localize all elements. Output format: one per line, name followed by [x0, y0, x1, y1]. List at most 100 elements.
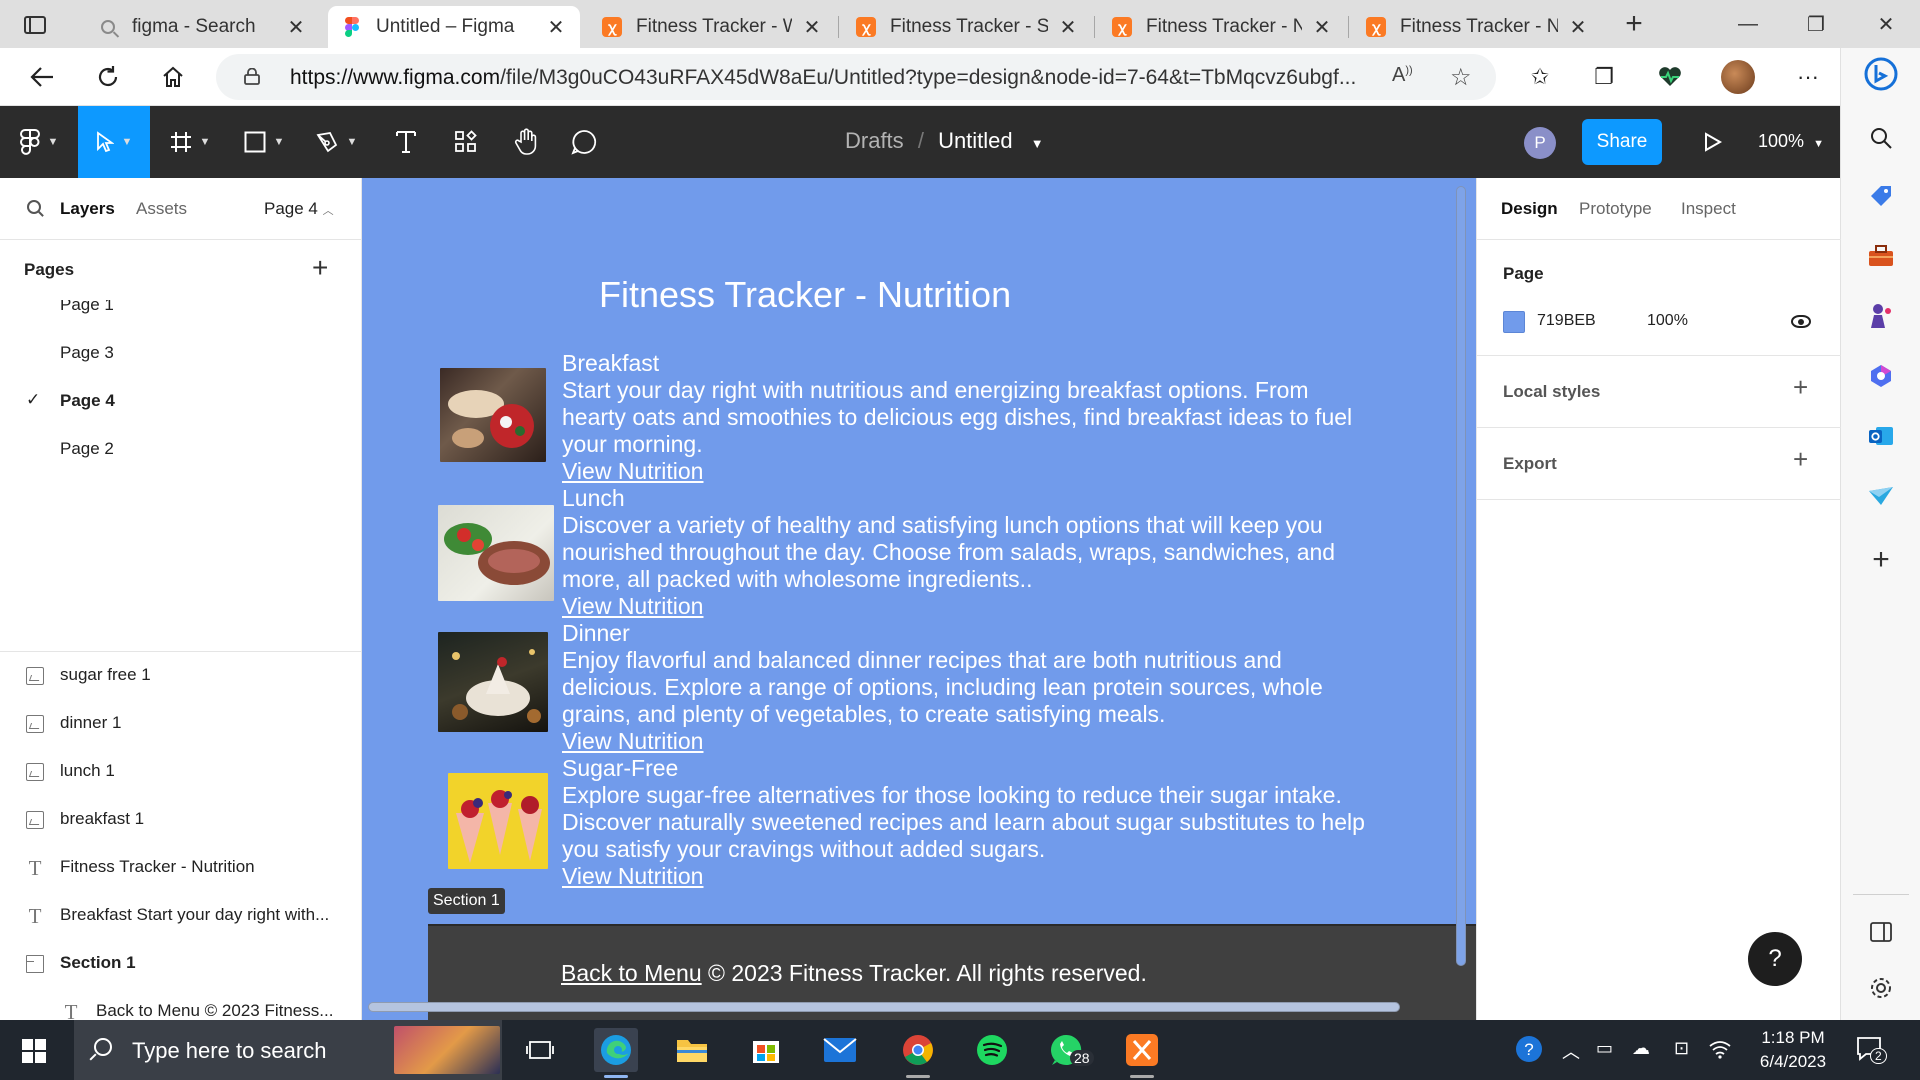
add-sidebar-app-icon[interactable]: +	[1861, 540, 1901, 580]
xampp-taskbar-icon[interactable]	[1120, 1028, 1164, 1078]
page-title[interactable]: Fitness Tracker - Nutrition	[599, 274, 1011, 316]
page-color-swatch[interactable]	[1503, 311, 1525, 333]
tab-actions-icon[interactable]	[18, 12, 52, 38]
sugar-free-image[interactable]	[448, 773, 548, 869]
eye-icon[interactable]	[1791, 315, 1811, 328]
onedrive-icon[interactable]: ☁	[1632, 1038, 1650, 1059]
bing-chat-icon[interactable]	[1861, 54, 1901, 94]
microsoft-store-icon[interactable]	[744, 1028, 788, 1072]
back-icon[interactable]	[22, 59, 62, 95]
close-icon[interactable]: ✕	[1568, 15, 1588, 40]
minimize-button[interactable]: —	[1714, 0, 1782, 48]
wifi-icon[interactable]	[1708, 1038, 1732, 1065]
battery-icon[interactable]: ▭	[1596, 1038, 1613, 1059]
hide-sidebar-icon[interactable]	[1861, 912, 1901, 952]
comment-tool-icon[interactable]	[556, 106, 612, 178]
tab-figma-search[interactable]: figma - Search ✕	[84, 6, 320, 48]
task-view-icon[interactable]	[518, 1028, 562, 1072]
close-icon[interactable]: ✕	[1312, 15, 1332, 40]
present-play-icon[interactable]	[1696, 126, 1728, 158]
tab-layers[interactable]: Layers	[60, 199, 115, 219]
view-nutrition-link[interactable]: View Nutrition	[562, 458, 703, 485]
page-item[interactable]: Page 2	[0, 426, 361, 474]
chevron-up-icon[interactable]: ︿	[1562, 1038, 1580, 1064]
shape-tool-button[interactable]: ▼	[232, 106, 296, 178]
home-icon[interactable]	[153, 59, 193, 95]
windows-start-icon[interactable]	[22, 1039, 46, 1063]
zoom-menu[interactable]: 100% ▼	[1758, 131, 1824, 152]
drop-icon[interactable]	[1861, 476, 1901, 516]
hand-tool-icon[interactable]	[498, 106, 554, 178]
refresh-icon[interactable]	[88, 59, 128, 95]
page-item[interactable]: Page 1	[0, 300, 361, 330]
read-aloud-icon[interactable]: A))	[1392, 64, 1413, 87]
search-icon[interactable]	[27, 200, 41, 214]
layer-row[interactable]: T Breakfast Start your day right with...	[0, 892, 361, 940]
close-icon[interactable]: ✕	[802, 15, 822, 40]
profile-avatar[interactable]	[1720, 60, 1756, 94]
layer-row[interactable]: T Fitness Tracker - Nutrition	[0, 844, 361, 892]
view-nutrition-link[interactable]: View Nutrition	[562, 863, 703, 890]
resources-icon[interactable]	[438, 106, 494, 178]
add-page-button[interactable]: +	[312, 252, 328, 284]
pen-tool-button[interactable]: ▼	[304, 106, 368, 178]
layer-row[interactable]: breakfast 1	[0, 796, 361, 844]
add-favorite-icon[interactable]: ☆	[1450, 63, 1472, 92]
chrome-icon[interactable]	[896, 1028, 940, 1078]
file-name[interactable]: Untitled	[938, 128, 1013, 153]
url-text[interactable]: https://www.figma.com/file/M3g0uCO43uRFA…	[290, 66, 1400, 90]
tab-fitness-tracker-3[interactable]: ꭓ Fitness Tracker - Nu ✕	[1098, 6, 1346, 48]
layer-row[interactable]: Section 1	[0, 940, 361, 988]
breadcrumb-drafts[interactable]: Drafts	[845, 128, 904, 153]
chevron-down-icon[interactable]: ▼	[1031, 136, 1044, 151]
more-options-icon[interactable]: ···	[1790, 61, 1826, 93]
view-nutrition-link[interactable]: View Nutrition	[562, 728, 703, 755]
health-extension-icon[interactable]	[1652, 61, 1688, 93]
layer-row[interactable]: T Back to Menu © 2023 Fitness...	[0, 988, 361, 1020]
spotify-icon[interactable]	[970, 1028, 1014, 1072]
text-tool-icon[interactable]	[378, 106, 434, 178]
new-tab-button[interactable]: +	[1614, 6, 1654, 42]
main-menu-button[interactable]: ▼	[0, 106, 78, 178]
help-tray-icon[interactable]: ?	[1514, 1034, 1544, 1069]
page-opacity[interactable]: 100%	[1647, 312, 1688, 330]
share-button[interactable]: Share	[1582, 119, 1662, 165]
dinner-image[interactable]	[438, 632, 548, 732]
frame-tool-button[interactable]: ▼	[158, 106, 222, 178]
close-window-button[interactable]: ✕	[1852, 0, 1920, 48]
layer-row[interactable]: lunch 1	[0, 748, 361, 796]
add-export-button[interactable]: +	[1793, 444, 1808, 475]
add-style-button[interactable]: +	[1793, 372, 1808, 403]
lunch-image[interactable]	[438, 505, 554, 601]
page-item[interactable]: Page 3	[0, 330, 361, 378]
outlook-icon[interactable]	[1861, 416, 1901, 456]
tab-fitness-tracker-4[interactable]: ꭓ Fitness Tracker - Nu ✕	[1352, 6, 1602, 48]
view-nutrition-link[interactable]: View Nutrition	[562, 593, 703, 620]
file-explorer-icon[interactable]	[670, 1028, 714, 1072]
games-icon[interactable]	[1861, 296, 1901, 336]
whatsapp-icon[interactable]: 28	[1044, 1028, 1094, 1072]
notification-icon[interactable]: 2	[1856, 1036, 1887, 1064]
design-canvas[interactable]: Fitness Tracker - Nutrition Breakfast St…	[362, 178, 1476, 1020]
help-button[interactable]: ?	[1748, 932, 1802, 986]
breakfast-image[interactable]	[440, 368, 546, 462]
tab-assets[interactable]: Assets	[136, 199, 187, 219]
system-clock[interactable]: 1:18 PM 6/4/2023	[1748, 1026, 1838, 1074]
layer-row[interactable]: sugar free 1	[0, 652, 361, 700]
tab-fitness-tracker-2[interactable]: ꭓ Fitness Tracker - Str ✕	[842, 6, 1092, 48]
favorites-icon[interactable]: ✩	[1522, 61, 1558, 93]
settings-gear-icon[interactable]	[1861, 968, 1901, 1008]
collections-icon[interactable]: ❐	[1586, 61, 1622, 93]
move-tool-button[interactable]: ▼	[78, 106, 150, 178]
edge-taskbar-icon[interactable]	[594, 1028, 638, 1078]
restore-button[interactable]: ❐	[1782, 0, 1850, 48]
phone-link-icon[interactable]: ⊡	[1674, 1038, 1689, 1059]
page-item-selected[interactable]: ✓ Page 4	[0, 378, 361, 426]
horizontal-scrollbar[interactable]	[368, 1002, 1400, 1012]
taskbar-search[interactable]: Type here to search	[74, 1020, 502, 1080]
close-icon[interactable]: ✕	[546, 15, 566, 40]
microsoft-365-icon[interactable]	[1861, 356, 1901, 396]
vertical-scrollbar[interactable]	[1456, 186, 1466, 966]
tab-untitled-figma[interactable]: Untitled – Figma ✕	[328, 6, 580, 48]
tab-inspect[interactable]: Inspect	[1681, 199, 1736, 219]
